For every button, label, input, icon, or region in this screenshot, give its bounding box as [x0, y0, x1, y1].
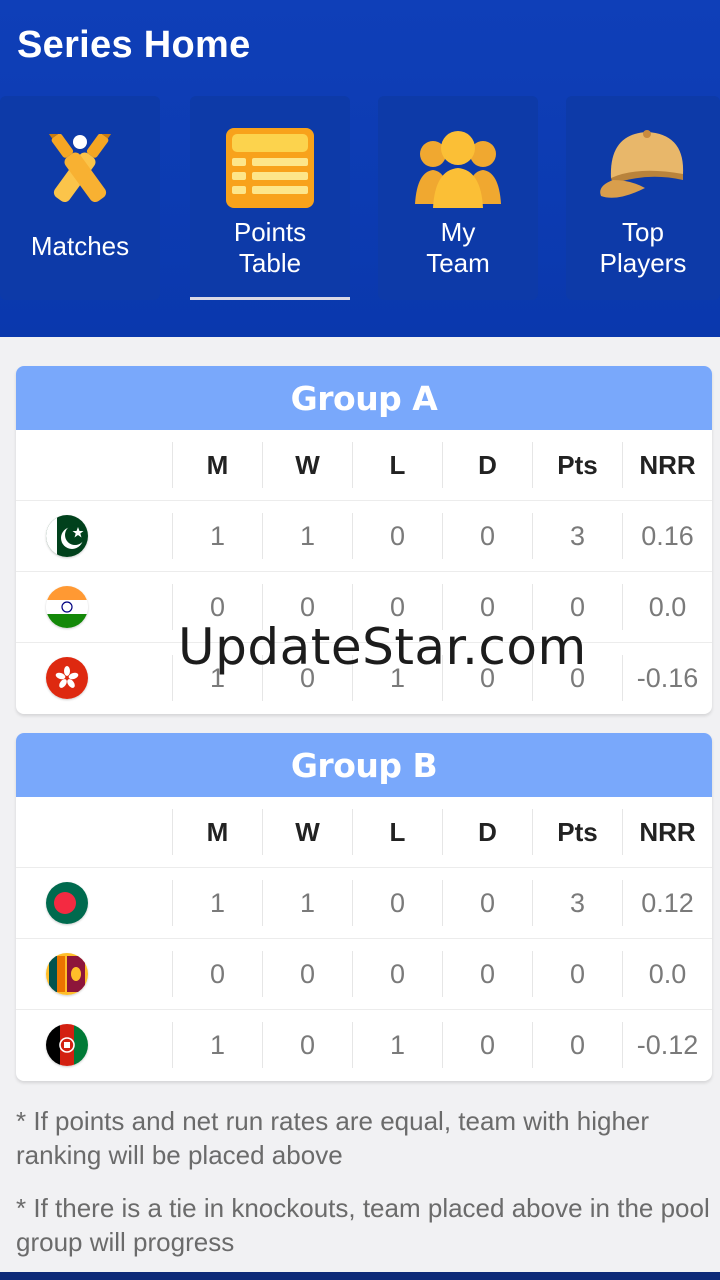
stat-losses: 1: [352, 1022, 442, 1068]
stat-nrr: -0.12: [622, 1022, 712, 1068]
table-header-row: M W L D Pts NRR: [16, 797, 712, 868]
stat-nrr: 0.0: [622, 951, 712, 997]
tab-label: My Team: [426, 217, 490, 278]
bangladesh-flag-icon: [46, 882, 88, 924]
tab-top-players[interactable]: Top Players: [566, 96, 720, 300]
stat-matches: 1: [172, 513, 262, 559]
knockout-note: * If there is a tie in knockouts, team p…: [16, 1193, 710, 1257]
stat-losses: 0: [352, 951, 442, 997]
stat-wins: 1: [262, 880, 352, 926]
cricket-bats-icon: [32, 128, 128, 206]
stat-wins: 1: [262, 513, 352, 559]
table-row[interactable]: 1 0 1 0 0 -0.12: [16, 1010, 712, 1081]
stat-draws: 0: [442, 880, 532, 926]
tab-label: Top Players: [599, 217, 687, 278]
tab-label: Points Table: [233, 217, 307, 278]
hong-kong-flag-icon: [46, 657, 88, 699]
stat-points: 3: [532, 513, 622, 559]
column-header: W: [262, 442, 352, 488]
tab-label: Matches: [30, 231, 130, 261]
stat-wins: 0: [262, 951, 352, 997]
column-header: D: [442, 809, 532, 855]
column-header: NRR: [622, 809, 712, 855]
watermark: UpdateStar.com: [178, 618, 587, 676]
pakistan-flag-icon: [46, 515, 88, 557]
column-header: NRR: [622, 442, 712, 488]
stat-wins: 0: [262, 1022, 352, 1068]
stat-nrr: 0.12: [622, 880, 712, 926]
stat-points: 0: [532, 1022, 622, 1068]
stat-draws: 0: [442, 951, 532, 997]
table-row[interactable]: 0 0 0 0 0 0.0: [16, 939, 712, 1010]
table-row[interactable]: 1 1 0 0 3 0.16: [16, 501, 712, 572]
points-table-icon: [224, 126, 316, 210]
column-header: L: [352, 809, 442, 855]
selected-tab-indicator: [190, 297, 350, 300]
stat-draws: 0: [442, 513, 532, 559]
afghanistan-flag-icon: [46, 1024, 88, 1066]
group-title: Group B: [16, 733, 712, 797]
tab-points-table[interactable]: Points Table: [190, 96, 350, 300]
stat-points: 0: [532, 951, 622, 997]
column-header: L: [352, 442, 442, 488]
tiebreak-note: * If points and net run rates are equal,…: [16, 1106, 650, 1170]
sri-lanka-flag-icon: [46, 953, 88, 995]
stat-nrr: 0.0: [622, 584, 712, 630]
cap-icon: [597, 130, 689, 204]
stat-matches: 1: [172, 880, 262, 926]
column-header: D: [442, 442, 532, 488]
stat-losses: 0: [352, 880, 442, 926]
tab-my-team[interactable]: My Team: [378, 96, 538, 300]
india-flag-icon: [46, 586, 88, 628]
stat-matches: 1: [172, 1022, 262, 1068]
team-icon: [415, 126, 501, 210]
column-header: M: [172, 442, 262, 488]
bottom-bar: [0, 1272, 720, 1280]
stat-draws: 0: [442, 1022, 532, 1068]
stat-matches: 0: [172, 951, 262, 997]
group-b-card: Group B M W L D Pts NRR 1 1 0 0 3 0.12 0…: [16, 733, 712, 1081]
column-header: W: [262, 809, 352, 855]
column-header: M: [172, 809, 262, 855]
column-header: Pts: [532, 809, 622, 855]
stat-nrr: 0.16: [622, 513, 712, 559]
stat-nrr: -0.16: [622, 655, 712, 701]
table-header-row: M W L D Pts NRR: [16, 430, 712, 501]
stat-losses: 0: [352, 513, 442, 559]
tab-matches[interactable]: Matches: [0, 96, 160, 300]
stat-points: 3: [532, 880, 622, 926]
column-header: Pts: [532, 442, 622, 488]
table-row[interactable]: 1 1 0 0 3 0.12: [16, 868, 712, 939]
app-header: Series Home Matches Points Table My Team…: [0, 0, 720, 337]
group-title: Group A: [16, 366, 712, 430]
page-title: Series Home: [17, 24, 251, 66]
